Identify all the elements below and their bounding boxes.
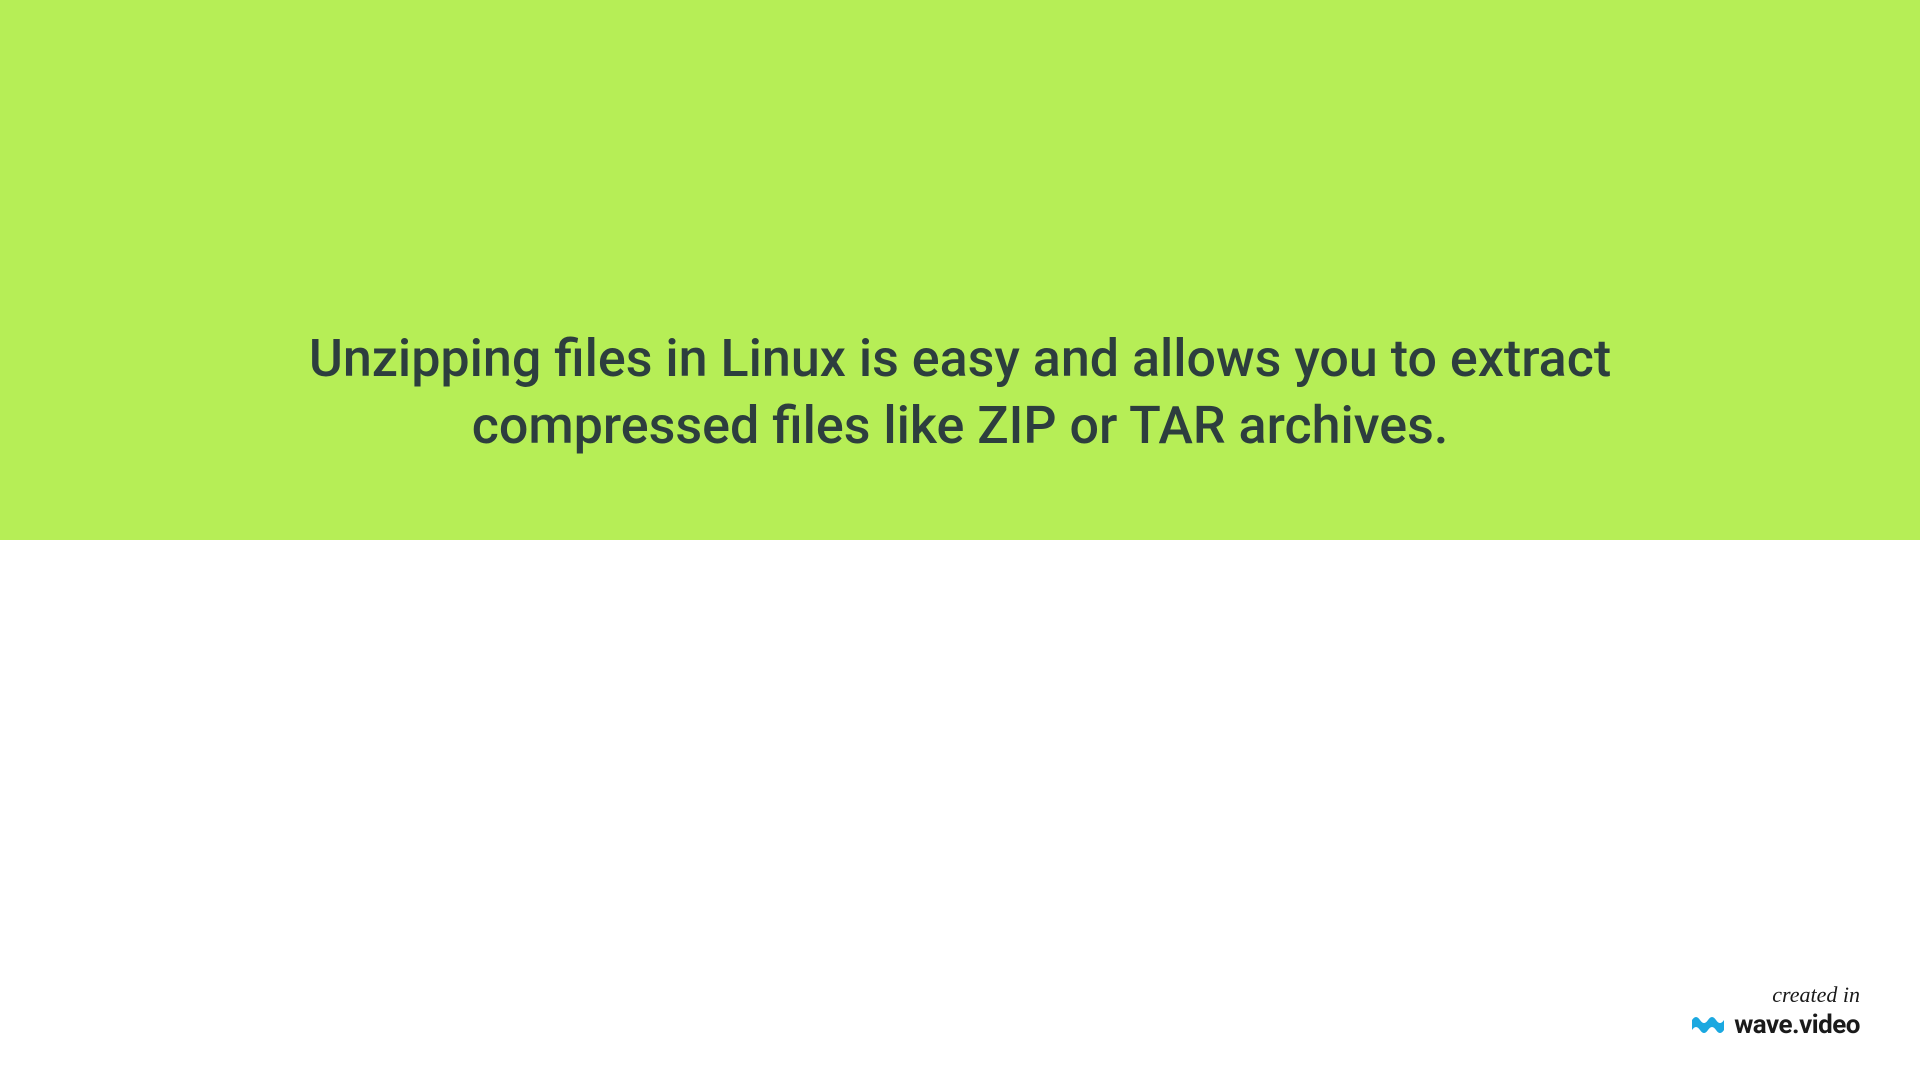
main-headline: Unzipping files in Linux is easy and all… bbox=[160, 325, 1760, 460]
watermark-created-label: created in bbox=[1690, 982, 1860, 1008]
wave-logo-icon bbox=[1690, 1012, 1726, 1038]
watermark-brand: wave.video bbox=[1690, 1010, 1860, 1040]
watermark: created in wave.video bbox=[1690, 982, 1860, 1040]
watermark-brand-name: wave.video bbox=[1734, 1010, 1860, 1040]
top-banner: Unzipping files in Linux is easy and all… bbox=[0, 0, 1920, 540]
